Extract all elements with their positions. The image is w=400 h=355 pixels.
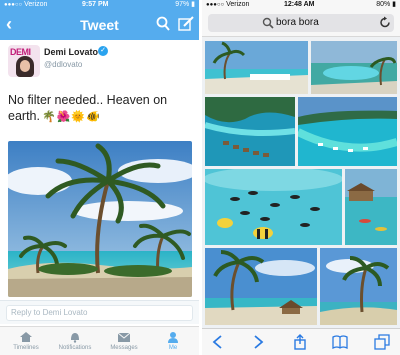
verified-badge-icon: ✓ bbox=[98, 46, 108, 56]
user-handle: @ddlovato bbox=[44, 60, 83, 69]
display-name[interactable]: Demi Lovato bbox=[44, 47, 98, 57]
bell-icon bbox=[71, 333, 79, 343]
search-icon bbox=[262, 17, 274, 29]
tab-messages[interactable]: Messages bbox=[100, 329, 148, 355]
forward-icon[interactable] bbox=[250, 334, 266, 350]
status-bar: ●●●○○ Verizon 12:48 AM 80% ▮ bbox=[202, 0, 400, 9]
status-time: 9:57 PM bbox=[82, 1, 109, 8]
tab-label: Messages bbox=[110, 345, 138, 351]
tabs-icon[interactable] bbox=[374, 334, 390, 350]
home-icon bbox=[20, 332, 32, 342]
avatar-logo-text: DEMI bbox=[10, 47, 31, 57]
browser-toolbar bbox=[202, 328, 400, 355]
tweet-emojis: 🌴🌺🌞🐠 bbox=[42, 111, 101, 123]
tab-label: Me bbox=[168, 345, 178, 351]
search-field[interactable]: bora bora bbox=[208, 14, 394, 32]
share-icon[interactable] bbox=[292, 334, 308, 350]
search-query: bora bora bbox=[276, 17, 319, 28]
tab-timelines[interactable]: Timelines bbox=[2, 329, 50, 355]
image-result[interactable] bbox=[205, 41, 308, 94]
envelope-icon bbox=[117, 332, 131, 342]
safari-app: ●●●○○ Verizon 12:48 AM 80% ▮ bora bora bbox=[202, 0, 400, 355]
status-time: 12:48 AM bbox=[284, 1, 315, 8]
tab-notifications[interactable]: Notifications bbox=[51, 329, 99, 355]
image-result[interactable] bbox=[320, 248, 397, 325]
image-result[interactable] bbox=[311, 41, 397, 94]
tab-label: Notifications bbox=[58, 345, 92, 351]
status-bar: ●●●○○ Verizon 9:57 PM 97% ▮ bbox=[0, 0, 199, 9]
image-result[interactable] bbox=[298, 97, 397, 166]
nav-bar: ‹ Tweet bbox=[0, 9, 199, 40]
compose-icon[interactable] bbox=[178, 16, 194, 32]
reply-bar: Reply to Demi Lovato bbox=[0, 300, 199, 324]
tab-bar: Timelines Notifications Messages Me bbox=[0, 326, 199, 355]
tweet-photo[interactable] bbox=[8, 141, 192, 297]
back-icon[interactable] bbox=[210, 334, 226, 350]
image-result[interactable] bbox=[205, 248, 317, 325]
image-result[interactable] bbox=[345, 169, 397, 245]
reply-input[interactable]: Reply to Demi Lovato bbox=[6, 305, 193, 321]
tab-me[interactable]: Me bbox=[149, 329, 197, 355]
address-bar: bora bora bbox=[202, 9, 400, 37]
person-icon bbox=[168, 332, 178, 343]
battery-label: 97% ▮ bbox=[175, 1, 195, 8]
tweet-text: No filter needed.. Heaven on earth. bbox=[8, 93, 168, 123]
tab-label: Timelines bbox=[13, 345, 39, 351]
search-icon[interactable] bbox=[156, 16, 170, 32]
reload-icon[interactable] bbox=[379, 16, 391, 29]
twitter-app: ●●●○○ Verizon 9:57 PM 97% ▮ ‹ Tweet DEMI… bbox=[0, 0, 199, 355]
battery-label: 80% ▮ bbox=[376, 1, 396, 8]
bookmarks-icon[interactable] bbox=[332, 334, 348, 350]
avatar[interactable]: DEMI bbox=[8, 45, 40, 77]
image-result[interactable] bbox=[205, 169, 342, 245]
image-result[interactable] bbox=[205, 97, 295, 166]
